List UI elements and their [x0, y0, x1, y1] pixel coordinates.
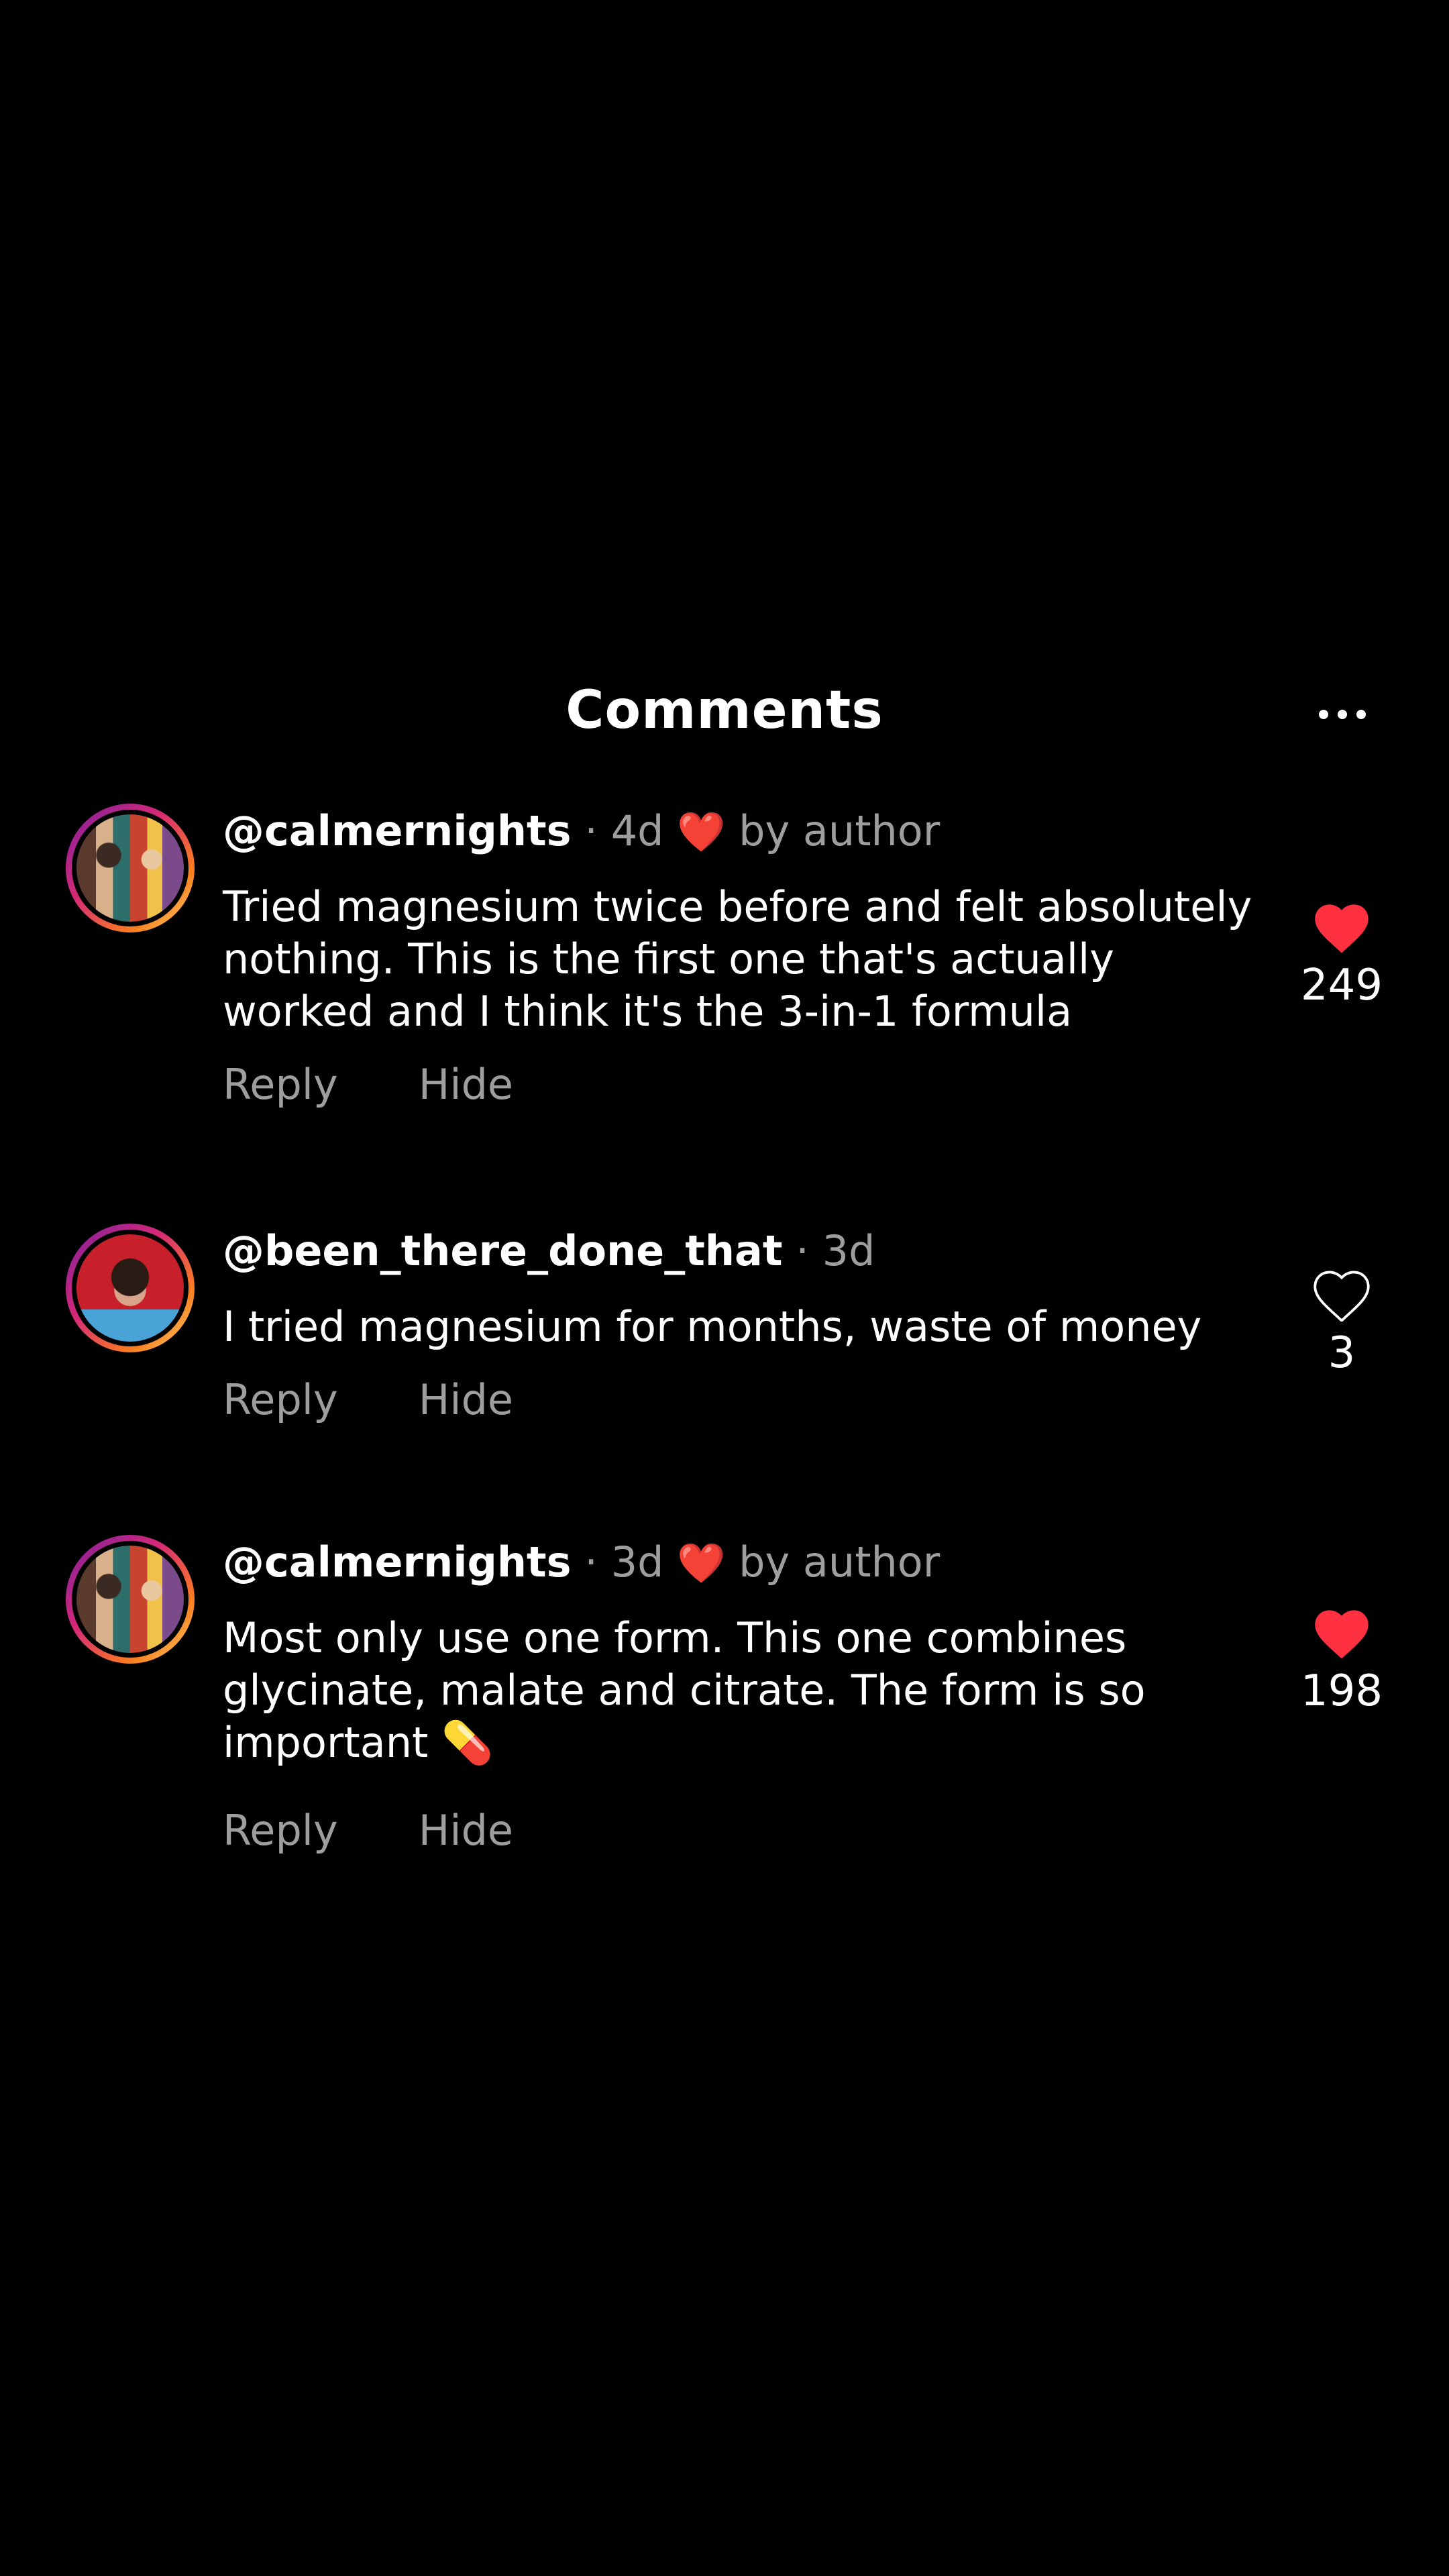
- author-heart-icon: ❤️: [677, 1540, 726, 1586]
- comment-text: Tried magnesium twice before and felt ab…: [223, 882, 1252, 1036]
- reply-button[interactable]: Reply: [223, 1375, 338, 1424]
- comment-actions: Reply Hide: [223, 1375, 513, 1424]
- heart-outline-icon: [1313, 1271, 1370, 1322]
- heart-filled-icon: [1315, 1610, 1368, 1659]
- comment-meta: @been_there_done_that · 3d: [223, 1230, 875, 1272]
- comment-username[interactable]: @calmernights: [223, 806, 572, 855]
- liked-by-author-label: by author: [739, 1538, 941, 1587]
- reply-button[interactable]: Reply: [223, 1806, 338, 1855]
- reply-button[interactable]: Reply: [223, 1060, 338, 1109]
- hide-button[interactable]: Hide: [419, 1375, 513, 1424]
- comment-text: Most only use one form. This one combine…: [223, 1613, 1146, 1767]
- comment-time: 4d: [610, 806, 664, 855]
- avatar[interactable]: [66, 1224, 195, 1352]
- author-heart-icon: ❤️: [677, 809, 726, 855]
- like-button[interactable]: 249: [1275, 903, 1409, 1010]
- avatar[interactable]: [66, 804, 195, 932]
- like-count: 3: [1328, 1328, 1356, 1378]
- comment-time: 3d: [822, 1226, 875, 1275]
- hide-button[interactable]: Hide: [419, 1060, 513, 1109]
- meta-separator: ·: [796, 1226, 809, 1275]
- comment-time: 3d: [610, 1538, 664, 1587]
- like-button[interactable]: 3: [1275, 1271, 1409, 1378]
- comment-username[interactable]: @calmernights: [223, 1538, 572, 1587]
- like-button[interactable]: 198: [1275, 1609, 1409, 1716]
- comment-text: I tried magnesium for months, waste of m…: [223, 1302, 1202, 1351]
- heart-filled-icon: [1315, 904, 1368, 953]
- meta-separator: ·: [584, 806, 598, 855]
- meta-separator: ·: [584, 1538, 598, 1587]
- comment-username[interactable]: @been_there_done_that: [223, 1226, 783, 1275]
- comment-actions: Reply Hide: [223, 1806, 513, 1855]
- hide-button[interactable]: Hide: [419, 1806, 513, 1855]
- more-options-icon[interactable]: [1305, 698, 1379, 731]
- liked-by-author-label: by author: [739, 806, 941, 855]
- avatar[interactable]: [66, 1535, 195, 1664]
- comment-meta: @calmernights · 3d ❤️ by author: [223, 1542, 940, 1583]
- comments-header: Comments: [0, 671, 1449, 758]
- like-count: 198: [1300, 1666, 1383, 1716]
- like-count: 249: [1300, 961, 1383, 1010]
- comment-meta: @calmernights · 4d ❤️ by author: [223, 810, 940, 852]
- comment-actions: Reply Hide: [223, 1060, 513, 1109]
- page-title: Comments: [566, 680, 883, 741]
